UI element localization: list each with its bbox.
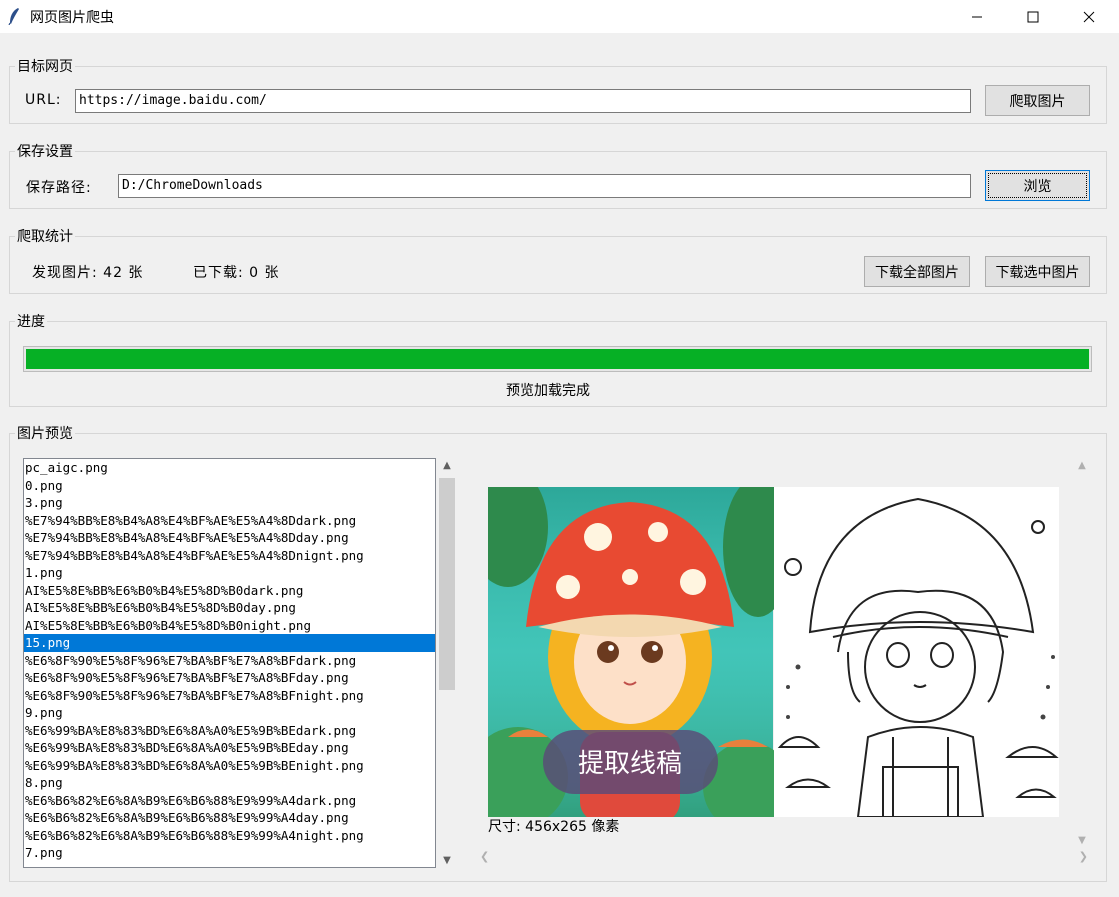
preview-image: 提取线稿 [488, 487, 1059, 817]
file-list-scroll-thumb[interactable] [439, 478, 455, 690]
close-button[interactable] [1061, 0, 1117, 33]
list-item[interactable]: %E6%99%BA%E8%83%BD%E6%8A%A0%E5%9B%BEdark… [24, 722, 435, 740]
save-path-label: 保存路径: [26, 180, 92, 196]
list-item[interactable]: AI%E5%8E%BB%E6%B0%B4%E5%8D%B0dark.png [24, 582, 435, 600]
save-path-input[interactable]: D:/ChromeDownloads [118, 174, 971, 198]
feather-icon [8, 8, 19, 25]
preview-vscrollbar[interactable]: ▲ ▼ [1072, 458, 1092, 848]
list-item[interactable]: pc_aigc.png [24, 459, 435, 477]
file-list-scrollbar[interactable]: ▲ ▼ [437, 458, 457, 868]
download-selected-button[interactable]: 下载选中图片 [985, 256, 1090, 287]
list-item[interactable]: %E6%99%BA%E8%83%BD%E6%8A%A0%E5%9B%BEday.… [24, 739, 435, 757]
minimize-button[interactable] [949, 0, 1005, 33]
preview-image-caption: 提取线稿 [578, 749, 682, 779]
list-item[interactable]: %E6%8F%90%E5%8F%96%E7%BA%BF%E7%A8%BFday.… [24, 669, 435, 687]
downloaded-count: 已下载: 0 张 [193, 265, 280, 281]
list-item[interactable]: AI%E5%8E%BB%E6%B0%B4%E5%8D%B0night.png [24, 617, 435, 635]
close-icon [1083, 11, 1095, 22]
save-group-label: 保存设置 [15, 141, 75, 161]
stats-group-label: 爬取统计 [15, 226, 75, 246]
list-item[interactable]: 1.png [24, 564, 435, 582]
preview-scroll-left-icon[interactable]: ❮ [480, 850, 489, 863]
list-item[interactable]: %E6%99%BA%E8%83%BD%E6%8A%A0%E5%9B%BEnigh… [24, 757, 435, 775]
list-item[interactable]: 15.png [24, 634, 435, 652]
list-item[interactable]: %E6%B6%82%E6%8A%B9%E6%B6%88%E9%99%A4day.… [24, 809, 435, 827]
crawl-button[interactable]: 爬取图片 [985, 85, 1090, 116]
url-label: URL: [25, 92, 62, 108]
file-list[interactable]: pc_aigc.png 0.png 3.png %E7%94%BB%E8%B4%A8%… [23, 458, 436, 868]
window-title: 网页图片爬虫 [30, 10, 114, 26]
title-bar: 网页图片爬虫 [0, 0, 1119, 33]
list-item[interactable]: %E6%B6%82%E6%8A%B9%E6%B6%88%E9%99%A4nigh… [24, 827, 435, 845]
preview-scroll-up-icon[interactable]: ▲ [1072, 460, 1092, 471]
list-item[interactable]: %E6%8F%90%E5%8F%96%E7%BA%BF%E7%A8%BFdark… [24, 652, 435, 670]
preview-hscrollbar[interactable]: ❮ ❯ [476, 849, 1092, 867]
progress-bar [23, 346, 1092, 372]
scroll-down-icon[interactable]: ▼ [437, 855, 457, 866]
list-item[interactable]: %E7%94%BB%E8%B4%A8%E4%BF%AE%E5%A4%8Dnign… [24, 547, 435, 565]
list-item[interactable]: 0.png [24, 477, 435, 495]
browse-button[interactable]: 浏览 [985, 170, 1090, 201]
progress-bar-fill [26, 349, 1089, 369]
preview-group-label: 图片预览 [15, 423, 75, 443]
image-size-label: 尺寸: 456x265 像素 [488, 819, 620, 835]
scroll-up-icon[interactable]: ▲ [437, 460, 457, 471]
list-item[interactable]: %E7%94%BB%E8%B4%A8%E4%BF%AE%E5%A4%8Ddark… [24, 512, 435, 530]
preview-scroll-right-icon[interactable]: ❯ [1079, 850, 1088, 863]
download-all-button[interactable]: 下载全部图片 [864, 256, 970, 287]
list-item[interactable]: 8.png [24, 774, 435, 792]
maximize-button[interactable] [1005, 0, 1061, 33]
found-count: 发现图片: 42 张 [32, 265, 144, 281]
progress-group-label: 进度 [15, 311, 47, 331]
maximize-icon [1027, 11, 1039, 22]
list-item[interactable]: %E6%8F%90%E5%8F%96%E7%BA%BF%E7%A8%BFnigh… [24, 687, 435, 705]
preview-scroll-down-icon[interactable]: ▼ [1072, 835, 1092, 846]
list-item[interactable]: 7.png [24, 844, 435, 862]
list-item[interactable]: %E7%94%BB%E8%B4%A8%E4%BF%AE%E5%A4%8Dday.… [24, 529, 435, 547]
url-input[interactable]: https://image.baidu.com/ [75, 89, 971, 113]
list-item[interactable]: 9.png [24, 704, 435, 722]
list-item[interactable]: 3.png [24, 494, 435, 512]
minimize-icon [972, 16, 982, 17]
list-item[interactable]: AI%E5%8E%BB%E6%B0%B4%E5%8D%B0day.png [24, 599, 435, 617]
target-group-label: 目标网页 [15, 56, 75, 76]
progress-status: 预览加载完成 [506, 383, 590, 399]
list-item[interactable]: %E6%B6%82%E6%8A%B9%E6%B6%88%E9%99%A4dark… [24, 792, 435, 810]
